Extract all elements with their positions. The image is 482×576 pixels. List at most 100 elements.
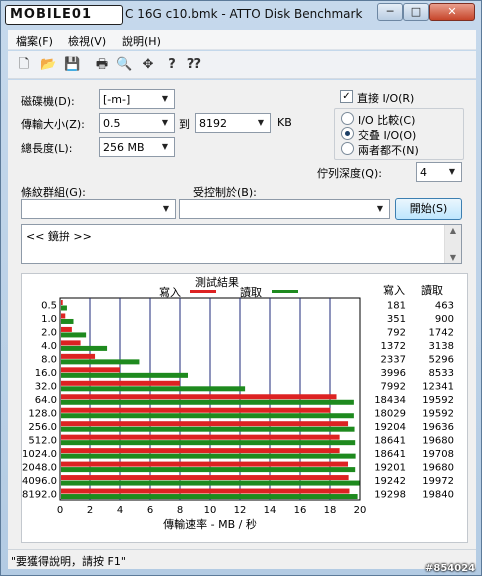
transfer-size-label: 傳輸大小(Z):	[21, 118, 85, 131]
io-compare-radio[interactable]	[341, 112, 354, 125]
read-bar	[61, 467, 356, 473]
transfer-from-select[interactable]: 0.5 ▼	[99, 113, 175, 133]
window-title: C 16G c10.bmk - ATTO Disk Benchmark	[125, 7, 363, 21]
read-value: 5296	[429, 355, 454, 366]
category-label: 512.0	[28, 435, 57, 446]
read-value: 19680	[422, 462, 454, 473]
write-value: 2337	[381, 355, 406, 366]
controlled-by-label: 受控制於(B):	[193, 186, 257, 199]
write-value: 1372	[381, 341, 406, 352]
write-bar	[61, 326, 72, 332]
app-window: MOBILE01 C 16G c10.bmk - ATTO Disk Bench…	[0, 0, 482, 576]
print-icon[interactable]: 🖶	[94, 57, 110, 73]
category-label: 64.0	[35, 395, 57, 406]
scroll-down-icon[interactable]: ▼	[447, 253, 459, 262]
transfer-to-select[interactable]: 8192 ▼	[195, 113, 271, 133]
read-bar	[61, 440, 356, 446]
stripe-group-select[interactable]: ▼	[21, 199, 176, 219]
category-label: 32.0	[35, 382, 57, 393]
move-icon[interactable]: ✥	[140, 57, 156, 73]
x-tick-label: 14	[264, 505, 277, 516]
write-bar	[61, 367, 120, 373]
menu-view[interactable]: 檢視(V)	[68, 33, 106, 49]
save-icon[interactable]: 💾	[64, 57, 80, 73]
read-value: 463	[435, 301, 454, 312]
x-tick-label: 20	[354, 505, 367, 516]
read-bar	[61, 413, 354, 419]
total-length-select[interactable]: 256 MB ▼	[99, 137, 175, 157]
open-folder-icon[interactable]: 📂	[40, 57, 56, 73]
write-bar	[61, 394, 337, 400]
maximize-button[interactable]: □	[403, 3, 429, 21]
overlapped-io-radio[interactable]	[341, 127, 354, 140]
read-value: 19680	[422, 435, 454, 446]
read-bar	[61, 480, 360, 486]
controlled-by-select[interactable]: ▼	[179, 199, 390, 219]
menu-help[interactable]: 說明(H)	[122, 33, 161, 49]
read-value: 900	[435, 314, 454, 325]
write-value: 19204	[374, 422, 406, 433]
results-chart: 測試結果寫入 讀取 寫入 讀取 0 2 4 6 8 10 12 14 16 18 20 傳輸速率 - MB /…	[22, 275, 454, 531]
chevron-down-icon: ▼	[376, 204, 384, 213]
category-label: 4.0	[41, 341, 57, 352]
x-tick-label: 2	[87, 505, 93, 516]
minimize-button[interactable]: ─	[377, 3, 403, 21]
read-bar	[61, 494, 358, 500]
category-label: 256.0	[28, 422, 57, 433]
toolbar: 🗋 📂 💾 🖶 🔍 ✥ ? ⁇	[8, 51, 476, 79]
overlapped-io-label: 交叠 I/O(O)	[358, 129, 417, 142]
write-value: 792	[387, 328, 406, 339]
read-value: 1742	[429, 328, 454, 339]
x-tick-label: 12	[234, 505, 247, 516]
neither-label: 兩者都不(N)	[358, 144, 419, 157]
write-bar	[61, 340, 81, 346]
new-file-icon[interactable]: 🗋	[16, 57, 32, 73]
start-button[interactable]: 開始(S)	[395, 198, 462, 220]
read-bar	[61, 318, 74, 324]
read-bar	[61, 359, 140, 365]
legend-write-label: 寫入	[159, 285, 181, 299]
description-textarea[interactable]: << 鏡拚 >> ▲ ▼	[21, 224, 462, 264]
write-value: 3996	[381, 368, 406, 379]
direct-io-checkbox[interactable]: ✓	[340, 90, 353, 103]
read-value: 19592	[422, 395, 454, 406]
write-bar	[61, 313, 66, 319]
watermark-text: #854024	[425, 563, 476, 574]
category-label: 1.0	[41, 314, 57, 325]
description-scrollbar[interactable]: ▲ ▼	[444, 225, 461, 263]
app-logo: MOBILE01	[5, 5, 123, 25]
category-label: 2048.0	[22, 462, 57, 473]
read-bar	[61, 453, 356, 459]
close-button[interactable]: ✕	[429, 3, 475, 21]
read-bar	[61, 372, 188, 378]
read-value: 3138	[429, 341, 454, 352]
queue-depth-select[interactable]: 4 ▼	[416, 162, 462, 182]
category-label: 8.0	[41, 355, 57, 366]
drive-label: 磁碟機(D):	[21, 95, 75, 108]
stripe-group-label: 條紋群組(G):	[21, 186, 86, 199]
menu-file[interactable]: 檔案(F)	[16, 33, 53, 49]
queue-depth-value: 4	[420, 166, 427, 179]
queue-depth-label: 佇列深度(Q):	[317, 167, 382, 180]
chart-title: 測試結果	[195, 275, 239, 289]
x-tick-label: 6	[147, 505, 153, 516]
write-value: 18641	[374, 449, 406, 460]
context-help-icon[interactable]: ⁇	[186, 57, 202, 73]
transfer-to-value: 8192	[199, 117, 227, 130]
drive-select[interactable]: [-m-] ▼	[99, 89, 175, 109]
help-icon[interactable]: ?	[164, 57, 180, 73]
transfer-from-value: 0.5	[103, 117, 121, 130]
x-tick-label: 16	[294, 505, 307, 516]
write-value: 19242	[374, 476, 406, 487]
title-bar[interactable]: MOBILE01 C 16G c10.bmk - ATTO Disk Bench…	[1, 1, 481, 29]
category-label: 1024.0	[22, 449, 57, 460]
read-bar	[61, 386, 246, 392]
category-label: 4096.0	[22, 476, 57, 487]
total-length-value: 256 MB	[103, 141, 145, 154]
write-bar	[61, 380, 180, 386]
scroll-up-icon[interactable]: ▲	[447, 226, 459, 235]
print-preview-icon[interactable]: 🔍	[116, 57, 132, 73]
direct-io-label: 直接 I/O(R)	[357, 92, 415, 105]
neither-radio[interactable]	[341, 142, 354, 155]
chevron-down-icon: ▼	[257, 118, 265, 127]
